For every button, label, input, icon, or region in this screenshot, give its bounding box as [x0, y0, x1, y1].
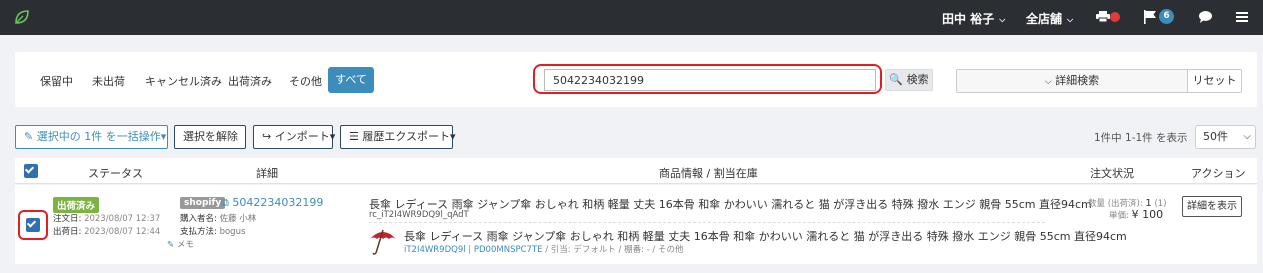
caret-icon: ▾ — [160, 130, 167, 143]
export-label: 履歴エクスポート — [362, 130, 451, 143]
stock-allocation: / 引当: デフォルト / 棚番: - / その他 — [542, 245, 684, 255]
product-thumbnail-umbrella — [370, 229, 396, 255]
row-checkbox[interactable] — [26, 218, 40, 232]
search-button[interactable]: 🔍 検索 — [885, 69, 933, 91]
tab-other[interactable]: その他 — [289, 73, 322, 89]
export-button[interactable]: ☰ 履歴エクスポート▾ — [340, 125, 456, 149]
stock-meta: iT2I4WR9DQ9l | PD00MNSPC7TE / 引当: デフォルト … — [404, 245, 684, 255]
stock-code-link[interactable]: PD00MNSPC7TE — [474, 245, 543, 255]
header-product: 商品情報 / 割当在庫 — [659, 167, 758, 180]
check-icon — [26, 218, 37, 228]
order-date: 注文日: 2023/08/07 12:37 — [53, 212, 160, 224]
stock-code-link[interactable]: iT2I4WR9DQ9l — [404, 245, 466, 255]
flag-icon[interactable] — [1144, 10, 1157, 24]
check-icon — [24, 164, 35, 174]
status-badge: 出荷済み — [53, 197, 100, 213]
payment-label: 支払方法: — [180, 227, 217, 237]
caret-icon: ▾ — [450, 130, 456, 143]
header-detail: 詳細 — [256, 167, 278, 180]
share-icon: ↪ — [262, 130, 272, 143]
bulk-action-button[interactable]: ✎ 選択中の 1件 を一括操作▾ — [15, 125, 168, 149]
import-button[interactable]: ↪ インポート▾ — [253, 125, 336, 149]
edit-icon: ✎ — [24, 130, 34, 143]
ship-date-label: 出荷日: — [53, 227, 82, 237]
select-all-checkbox[interactable] — [24, 164, 38, 178]
per-page-select[interactable]: 50件 ⌵ — [1195, 125, 1256, 149]
tab-shipped[interactable]: 出荷済み — [228, 73, 272, 89]
reset-button[interactable]: リセット — [1188, 69, 1242, 93]
leaf-logo-icon[interactable] — [14, 9, 30, 25]
search-icon: 🔍 — [889, 73, 904, 86]
header-status: ステータス — [88, 167, 143, 180]
filter-panel: 保留中 未出荷 キャンセル済み 出荷済み その他 すべて 🔍 検索 ⌵ 詳細検索… — [15, 52, 1257, 107]
order-date-value: 2023/08/07 12:37 — [84, 214, 161, 224]
chevron-down-icon: ⌵ — [999, 15, 1006, 24]
chevron-down-icon: ⌵ — [1044, 77, 1052, 87]
unit-price: 単価: ¥ 100 — [1109, 208, 1163, 221]
search-button-label: 検索 — [906, 73, 929, 86]
list-icon: ☰ — [349, 130, 359, 143]
stock-title: 長傘 レディース 雨傘 ジャンプ傘 おしゃれ 和柄 軽量 丈夫 16本骨 和傘 … — [404, 230, 1127, 243]
order-id-link[interactable]: ⧉ 5042234032199 — [221, 196, 323, 210]
buyer: 購入者名: 佐藤 小林 — [180, 212, 256, 224]
import-label: インポート — [274, 130, 330, 143]
payment-method: bogus — [219, 227, 246, 237]
user-name: 田中 裕子 — [942, 12, 995, 26]
advanced-search-button[interactable]: ⌵ 詳細検索 — [956, 69, 1188, 93]
product-sku: rc_iT2I4WR9DQ9l_qAdT — [369, 210, 469, 220]
ship-date: 出荷日: 2023/08/07 12:44 — [53, 225, 160, 237]
memo-link[interactable]: ✎ メモ — [167, 238, 194, 250]
search-input[interactable] — [544, 69, 876, 91]
buyer-name: 佐藤 小林 — [219, 214, 257, 224]
tab-all[interactable]: すべて — [328, 67, 374, 93]
memo-label: メモ — [176, 240, 194, 250]
chevron-down-icon: ⌵ — [1243, 131, 1251, 142]
shop-name: 全店舗 — [1026, 12, 1063, 26]
tab-cancelled[interactable]: キャンセル済み — [145, 73, 222, 89]
ship-date-value: 2023/08/07 12:44 — [84, 227, 161, 237]
deselect-button[interactable]: 選択を解除 — [174, 125, 246, 149]
divider — [369, 222, 1045, 223]
product-title: 長傘 レディース 雨傘 ジャンプ傘 おしゃれ 和柄 軽量 丈夫 16本骨 和傘 … — [369, 198, 1092, 211]
order-id: 5042234032199 — [232, 196, 324, 209]
top-navbar: 田中 裕子 ⌵ 全店舗 ⌵ 6 — [0, 0, 1263, 35]
table-header: ステータス 詳細 商品情報 / 割当在庫 注文状況 アクション — [15, 158, 1257, 184]
user-menu[interactable]: 田中 裕子 ⌵ — [942, 10, 1005, 27]
buyer-label: 購入者名: — [180, 214, 217, 224]
result-count: 1件中 1-1件 を表示 — [1094, 132, 1188, 144]
per-page-value: 50件 — [1203, 130, 1228, 143]
tab-unshipped[interactable]: 未出荷 — [92, 73, 125, 89]
bulk-action-label: 選択中の 1件 を一括操作 — [36, 130, 161, 143]
price-value: ¥ 100 — [1131, 208, 1164, 221]
tab-on-hold[interactable]: 保留中 — [40, 73, 73, 89]
price-label: 単価: — [1109, 211, 1129, 221]
printer-alert-dot — [1110, 12, 1120, 22]
external-link-icon: ⧉ — [221, 196, 229, 209]
hamburger-menu-icon[interactable] — [1236, 12, 1248, 22]
chevron-down-icon: ⌵ — [1067, 15, 1074, 24]
pencil-icon: ✎ — [167, 240, 175, 250]
payment: 支払方法: bogus — [180, 225, 245, 237]
view-detail-button[interactable]: 詳細を表示 — [1182, 196, 1242, 217]
caret-icon: ▾ — [329, 130, 336, 143]
printer-icon[interactable] — [1096, 11, 1110, 22]
shop-selector[interactable]: 全店舗 ⌵ — [1026, 10, 1073, 27]
header-order-status: 注文状況 — [1090, 167, 1134, 180]
notification-badge: 6 — [1159, 9, 1174, 24]
header-action: アクション — [1191, 167, 1246, 180]
channel-badge: shopify — [180, 197, 226, 209]
order-date-label: 注文日: — [53, 214, 82, 224]
advanced-search-label: 詳細検索 — [1055, 74, 1100, 87]
table-row: 出荷済み 注文日: 2023/08/07 12:37 出荷日: 2023/08/… — [15, 185, 1257, 264]
chat-icon[interactable] — [1199, 11, 1212, 23]
